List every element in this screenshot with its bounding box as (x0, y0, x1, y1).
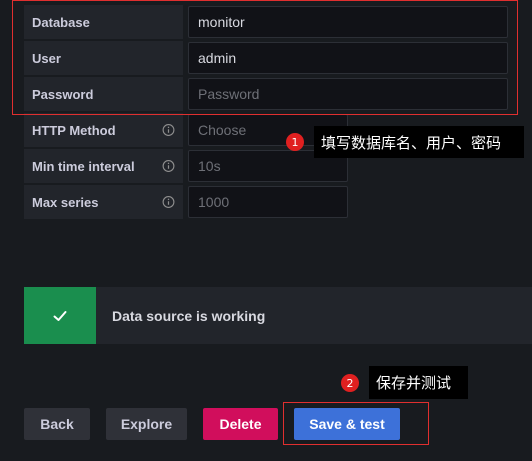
info-icon[interactable] (162, 124, 175, 137)
http-method-label: HTTP Method (24, 113, 183, 147)
status-check-block (24, 287, 96, 344)
info-icon[interactable] (162, 160, 175, 173)
max-series-label-text: Max series (32, 194, 99, 210)
back-button[interactable]: Back (24, 408, 90, 440)
check-icon (53, 310, 67, 321)
min-time-interval-label: Min time interval (24, 149, 183, 183)
datasource-settings-page: Database monitor User admin Password Pas… (0, 0, 532, 461)
delete-button[interactable]: Delete (203, 408, 278, 440)
step-2-callout: 保存并测试 (369, 366, 468, 399)
min-time-interval-label-text: Min time interval (32, 158, 135, 174)
step-2-badge: 2 (341, 374, 359, 392)
status-message: Data source is working (112, 307, 266, 324)
max-series-label: Max series (24, 185, 183, 219)
save-test-highlight-box (283, 402, 429, 445)
max-series-input[interactable]: 1000 (188, 186, 348, 218)
step-1-badge: 1 (286, 133, 304, 151)
explore-button[interactable]: Explore (106, 408, 187, 440)
credentials-highlight-box (12, 0, 518, 115)
http-method-label-text: HTTP Method (32, 122, 116, 138)
step-1-callout: 填写数据库名、用户、密码 (314, 126, 524, 158)
info-icon[interactable] (162, 196, 175, 209)
datasource-status-banner: Data source is working (24, 287, 532, 344)
